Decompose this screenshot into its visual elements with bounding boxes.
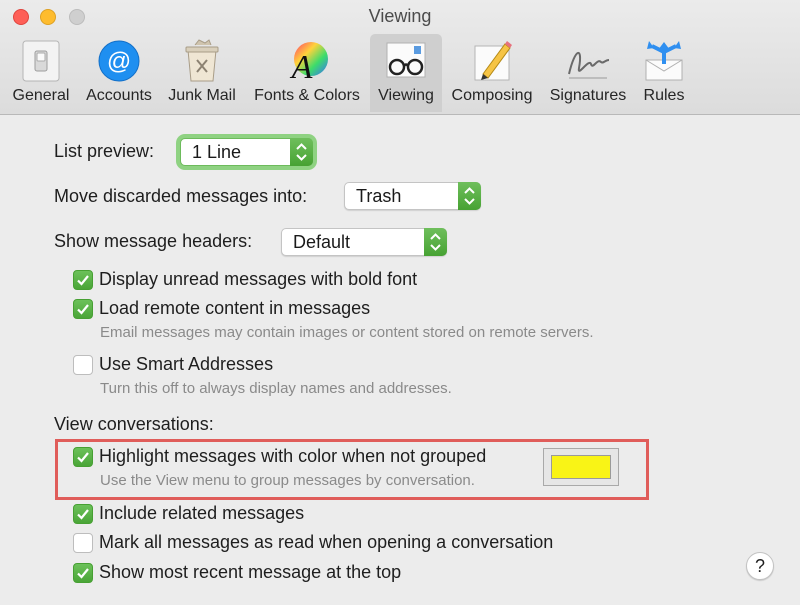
tab-junk-mail[interactable]: Junk Mail bbox=[162, 34, 242, 112]
chevron-up-down-icon bbox=[430, 233, 441, 251]
smart-addresses-hint: Turn this off to always display names an… bbox=[100, 380, 452, 397]
highlight-color-well[interactable] bbox=[543, 448, 619, 486]
show-headers-value: Default bbox=[293, 232, 351, 252]
font-color-wheel-icon: A bbox=[290, 42, 328, 84]
popup-stepper bbox=[424, 228, 447, 256]
include-related-checkbox[interactable] bbox=[73, 504, 93, 524]
tab-label: Fonts & Colors bbox=[254, 87, 360, 104]
tab-fonts-colors[interactable]: A Fonts & Colors bbox=[248, 34, 366, 112]
list-preview-popup[interactable]: 1 Line bbox=[180, 138, 313, 166]
chevron-up-down-icon bbox=[464, 187, 475, 205]
most-recent-top-label: Show most recent message at the top bbox=[99, 562, 402, 582]
load-remote-content-label: Load remote content in messages bbox=[99, 298, 371, 318]
move-discarded-popup[interactable]: Trash bbox=[344, 182, 481, 210]
move-discarded-value: Trash bbox=[356, 186, 402, 206]
tab-signatures[interactable]: Signatures bbox=[544, 34, 632, 112]
tab-label: Accounts bbox=[86, 87, 152, 104]
include-related-label: Include related messages bbox=[99, 503, 305, 523]
junk-mail-bin-icon bbox=[185, 39, 219, 82]
tab-label: Signatures bbox=[549, 87, 627, 104]
list-preview-value: 1 Line bbox=[192, 142, 242, 162]
at-sign-icon: @ bbox=[98, 40, 140, 82]
popup-stepper bbox=[290, 138, 313, 166]
view-conversations-heading: View conversations: bbox=[54, 414, 214, 434]
show-headers-popup[interactable]: Default bbox=[281, 228, 447, 256]
checkmark-icon bbox=[77, 568, 89, 579]
tab-rules[interactable]: Rules bbox=[636, 34, 692, 112]
chevron-up-down-icon bbox=[296, 143, 307, 161]
popup-stepper bbox=[458, 182, 481, 210]
list-preview-label: List preview: bbox=[54, 141, 155, 161]
smart-addresses-checkbox[interactable] bbox=[73, 355, 93, 375]
highlight-color-checkbox[interactable] bbox=[73, 447, 93, 467]
checkmark-icon bbox=[77, 275, 89, 286]
window-title: Viewing bbox=[368, 6, 432, 26]
smart-addresses-label: Use Smart Addresses bbox=[99, 354, 274, 374]
load-remote-content-checkbox[interactable] bbox=[73, 299, 93, 319]
display-unread-bold-checkbox[interactable] bbox=[73, 270, 93, 290]
mail-preferences-window: Viewing General @ Accounts Junk Mail A F… bbox=[0, 0, 800, 605]
checkmark-icon bbox=[77, 452, 89, 463]
svg-text:A: A bbox=[290, 49, 313, 84]
toolbar: Viewing General @ Accounts Junk Mail A F… bbox=[0, 0, 800, 115]
mark-all-read-checkbox[interactable] bbox=[73, 533, 93, 553]
tab-label: Viewing bbox=[378, 87, 434, 104]
highlight-color-label: Highlight messages with color when not g… bbox=[99, 446, 487, 466]
mark-all-read-label: Mark all messages as read when opening a… bbox=[99, 532, 554, 552]
glasses-envelope-icon bbox=[386, 42, 426, 78]
most-recent-top-checkbox[interactable] bbox=[73, 563, 93, 583]
tab-general[interactable]: General bbox=[6, 34, 76, 112]
tab-label: General bbox=[12, 87, 70, 104]
tab-accounts[interactable]: @ Accounts bbox=[80, 34, 158, 112]
show-headers-label: Show message headers: bbox=[54, 231, 253, 251]
checkmark-icon bbox=[77, 304, 89, 315]
signature-icon bbox=[568, 52, 610, 79]
load-remote-content-hint: Email messages may contain images or con… bbox=[100, 324, 594, 341]
highlight-color-swatch bbox=[551, 455, 611, 479]
checkmark-icon bbox=[77, 509, 89, 520]
tab-label: Composing bbox=[451, 87, 533, 104]
help-button[interactable]: ? bbox=[746, 552, 774, 580]
display-unread-bold-label: Display unread messages with bold font bbox=[99, 269, 418, 289]
tab-label: Rules bbox=[643, 87, 685, 104]
tab-composing[interactable]: Composing bbox=[446, 34, 538, 112]
move-discarded-label: Move discarded messages into: bbox=[54, 186, 308, 206]
tab-label: Junk Mail bbox=[168, 87, 236, 104]
svg-text:@: @ bbox=[107, 48, 131, 75]
pencil-paper-icon bbox=[474, 41, 512, 81]
rules-envelope-icon bbox=[645, 41, 683, 81]
highlight-color-hint: Use the View menu to group messages by c… bbox=[100, 472, 475, 489]
tab-viewing[interactable]: Viewing bbox=[370, 34, 442, 112]
light-switch-icon bbox=[22, 40, 60, 82]
